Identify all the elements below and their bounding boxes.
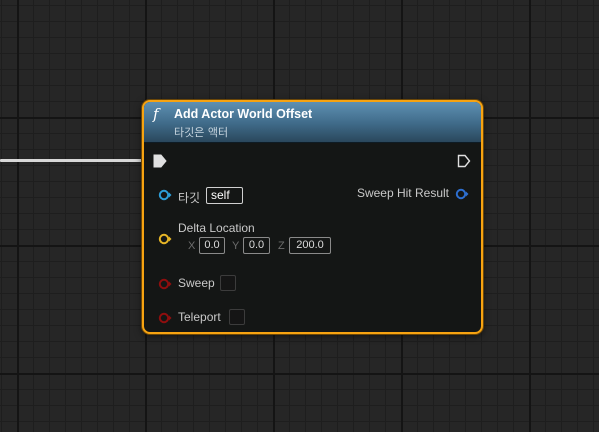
node-header[interactable]: f Add Actor World Offset 타깃은 액터 bbox=[144, 102, 481, 143]
exec-wire[interactable] bbox=[0, 159, 152, 162]
teleport-checkbox[interactable] bbox=[229, 309, 245, 325]
node-target-subtitle: 타깃은 액터 bbox=[174, 126, 229, 139]
delta-y-input[interactable]: 0.0 bbox=[243, 237, 270, 254]
exec-out-pin-icon[interactable] bbox=[457, 154, 471, 168]
delta-x-input[interactable]: 0.0 bbox=[199, 237, 225, 254]
target-self-input[interactable]: self bbox=[206, 187, 243, 204]
teleport-label: Teleport bbox=[178, 310, 221, 324]
sweep-pin-icon[interactable] bbox=[158, 278, 172, 290]
delta-location-pin-icon[interactable] bbox=[158, 233, 172, 245]
sweep-label: Sweep bbox=[178, 276, 215, 290]
delta-y-label: Y bbox=[232, 240, 240, 252]
exec-in-pin-icon[interactable] bbox=[153, 154, 167, 168]
target-pin-label: 타깃 bbox=[178, 191, 201, 205]
delta-z-input[interactable]: 200.0 bbox=[289, 237, 331, 254]
delta-z-label: Z bbox=[278, 240, 285, 252]
add-actor-world-offset-node[interactable]: f Add Actor World Offset 타깃은 액터 타깃 self … bbox=[142, 100, 483, 334]
target-pin-icon[interactable] bbox=[158, 189, 172, 201]
node-title: Add Actor World Offset bbox=[174, 107, 313, 121]
function-icon: f bbox=[153, 105, 159, 123]
delta-location-label: Delta Location bbox=[178, 221, 255, 235]
teleport-pin-icon[interactable] bbox=[158, 312, 172, 324]
sweep-hit-result-pin-icon[interactable] bbox=[455, 188, 469, 200]
sweep-hit-result-label: Sweep Hit Result bbox=[356, 186, 449, 200]
sweep-checkbox[interactable] bbox=[220, 275, 236, 291]
delta-x-label: X bbox=[188, 240, 196, 252]
